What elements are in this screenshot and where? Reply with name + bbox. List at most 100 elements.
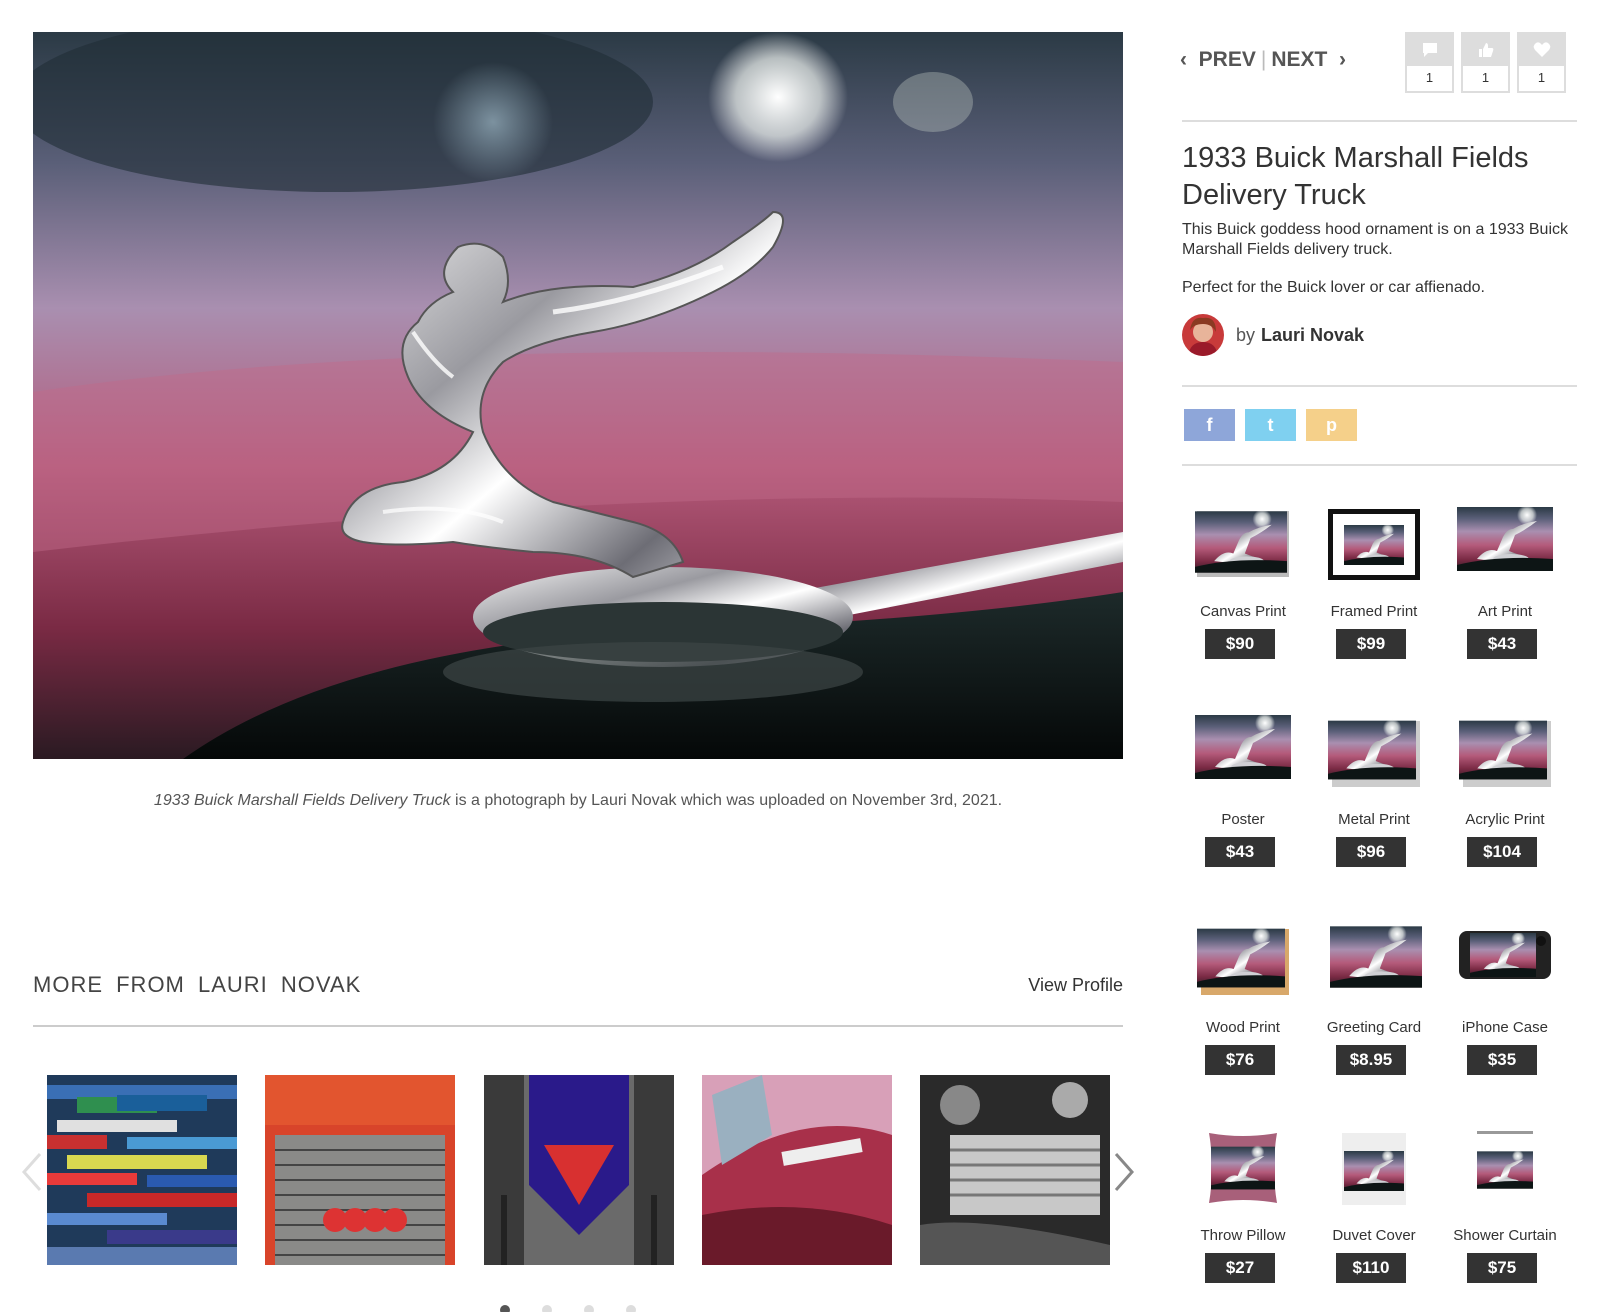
pinterest-icon: p bbox=[1326, 414, 1337, 435]
product-thumbnail[interactable] bbox=[1195, 923, 1291, 998]
product-thumbnail[interactable] bbox=[1326, 715, 1422, 790]
divider bbox=[33, 1025, 1123, 1027]
more-from-header: MORE FROM LAURI NOVAK View Profile bbox=[33, 972, 1123, 1002]
heart-icon bbox=[1533, 42, 1550, 57]
more-thumb-charger[interactable] bbox=[702, 1075, 892, 1265]
product-name: Framed Print bbox=[1330, 603, 1418, 620]
favorite-button[interactable]: 1 bbox=[1517, 32, 1566, 93]
product-price[interactable]: $75 bbox=[1467, 1253, 1537, 1283]
view-profile-link[interactable]: View Profile bbox=[1028, 975, 1123, 996]
product-price[interactable]: $27 bbox=[1205, 1253, 1275, 1283]
product-art-print[interactable]: Art Print $43 bbox=[1440, 507, 1570, 677]
twitter-share-button[interactable]: t bbox=[1245, 409, 1296, 441]
likes-count: 1 bbox=[1481, 70, 1490, 85]
nav-separator: | bbox=[1260, 48, 1267, 71]
product-name: Wood Print bbox=[1206, 1019, 1280, 1036]
product-thumbnail[interactable] bbox=[1457, 715, 1553, 790]
product-thumbnail[interactable] bbox=[1195, 1131, 1291, 1206]
divider bbox=[1182, 385, 1577, 387]
product-thumbnail[interactable] bbox=[1195, 715, 1291, 790]
more-thumb-audi-emblem[interactable] bbox=[484, 1075, 674, 1265]
comments-button[interactable]: 1 bbox=[1405, 32, 1454, 93]
caption-text: is a photograph by Lauri Novak which was… bbox=[450, 792, 1003, 809]
product-price[interactable]: $104 bbox=[1467, 837, 1537, 867]
carousel-dot[interactable] bbox=[500, 1305, 510, 1312]
product-price[interactable]: $90 bbox=[1205, 629, 1275, 659]
product-duvet-cover[interactable]: Duvet Cover $110 bbox=[1309, 1131, 1439, 1301]
product-price[interactable]: $110 bbox=[1336, 1253, 1406, 1283]
product-greeting-card[interactable]: Greeting Card $8.95 bbox=[1309, 923, 1439, 1093]
comments-count: 1 bbox=[1425, 70, 1434, 85]
chevron-right-icon: › bbox=[1339, 48, 1347, 71]
product-thumbnail[interactable] bbox=[1195, 507, 1291, 582]
more-thumb-engine[interactable] bbox=[920, 1075, 1110, 1265]
product-price[interactable]: $76 bbox=[1205, 1045, 1275, 1075]
product-thumbnail[interactable] bbox=[1326, 507, 1422, 582]
product-name: Shower Curtain bbox=[1453, 1227, 1557, 1244]
more-thumb-red-grille[interactable] bbox=[265, 1075, 455, 1265]
facebook-share-button[interactable]: f bbox=[1184, 409, 1235, 441]
pinterest-share-button[interactable]: p bbox=[1306, 409, 1357, 441]
thumbs-up-icon bbox=[1478, 43, 1493, 57]
product-framed-print[interactable]: Framed Print $99 bbox=[1309, 507, 1439, 677]
product-name: Metal Print bbox=[1338, 811, 1410, 828]
prev-label: PREV bbox=[1198, 48, 1256, 71]
product-shower-curtain[interactable]: Shower Curtain $75 bbox=[1440, 1131, 1570, 1301]
next-label: NEXT bbox=[1271, 48, 1328, 71]
product-thumbnail[interactable] bbox=[1326, 1131, 1422, 1206]
product-name: Duvet Cover bbox=[1332, 1227, 1416, 1244]
prev-link[interactable]: ‹ PREV bbox=[1180, 48, 1256, 71]
more-from-title: MORE FROM LAURI NOVAK bbox=[33, 972, 362, 997]
chevron-left-icon[interactable] bbox=[18, 1150, 48, 1194]
product-price[interactable]: $99 bbox=[1336, 629, 1406, 659]
product-iphone-case[interactable]: iPhone Case $35 bbox=[1440, 923, 1570, 1093]
artwork-title: 1933 Buick Marshall Fields Delivery Truc… bbox=[1182, 142, 1529, 211]
product-name: iPhone Case bbox=[1462, 1019, 1548, 1036]
by-label: by bbox=[1236, 324, 1256, 345]
product-metal-print[interactable]: Metal Print $96 bbox=[1309, 715, 1439, 885]
artist-name-link[interactable]: Lauri Novak bbox=[1261, 325, 1364, 346]
carousel-dot[interactable] bbox=[542, 1305, 552, 1312]
more-thumb-badges[interactable] bbox=[47, 1075, 237, 1265]
product-canvas-print[interactable]: Canvas Print $90 bbox=[1178, 507, 1308, 677]
artist-byline: by Lauri Novak bbox=[1182, 313, 1364, 357]
product-price[interactable]: $43 bbox=[1467, 629, 1537, 659]
product-thumbnail[interactable] bbox=[1457, 1131, 1553, 1206]
product-thumbnail[interactable] bbox=[1457, 923, 1553, 998]
product-throw-pillow[interactable]: Throw Pillow $27 bbox=[1178, 1131, 1308, 1301]
carousel-dot[interactable] bbox=[584, 1305, 594, 1312]
product-poster[interactable]: Poster $43 bbox=[1178, 715, 1308, 885]
product-price[interactable]: $43 bbox=[1205, 837, 1275, 867]
next-link[interactable]: NEXT › bbox=[1271, 48, 1346, 71]
product-price[interactable]: $8.95 bbox=[1336, 1045, 1406, 1075]
product-name: Throw Pillow bbox=[1200, 1227, 1286, 1244]
avatar[interactable] bbox=[1182, 314, 1224, 356]
artwork-caption: 1933 Buick Marshall Fields Delivery Truc… bbox=[33, 792, 1123, 810]
chevron-right-icon[interactable] bbox=[1108, 1150, 1138, 1194]
product-thumbnail[interactable] bbox=[1326, 923, 1422, 998]
divider bbox=[1182, 120, 1577, 122]
product-wood-print[interactable]: Wood Print $76 bbox=[1178, 923, 1308, 1093]
comment-icon bbox=[1422, 43, 1437, 57]
artwork-description-2: Perfect for the Buick lover or car affie… bbox=[1182, 279, 1485, 296]
product-name: Acrylic Print bbox=[1465, 811, 1545, 828]
product-name: Canvas Print bbox=[1200, 603, 1286, 620]
product-price[interactable]: $35 bbox=[1467, 1045, 1537, 1075]
product-thumbnail[interactable] bbox=[1457, 507, 1553, 582]
artwork-description: This Buick goddess hood ornament is on a… bbox=[1182, 221, 1569, 258]
prev-next-nav: ‹ PREV | NEXT › bbox=[1180, 48, 1346, 72]
favorites-count: 1 bbox=[1537, 70, 1546, 85]
product-name: Poster bbox=[1221, 811, 1265, 828]
caption-title: 1933 Buick Marshall Fields Delivery Truc… bbox=[153, 792, 451, 809]
twitter-icon: t bbox=[1267, 414, 1274, 435]
like-button[interactable]: 1 bbox=[1461, 32, 1510, 93]
product-acrylic-print[interactable]: Acrylic Print $104 bbox=[1440, 715, 1570, 885]
product-name: Greeting Card bbox=[1326, 1019, 1422, 1036]
divider bbox=[1182, 464, 1577, 466]
product-price[interactable]: $96 bbox=[1336, 837, 1406, 867]
main-artwork-image[interactable] bbox=[33, 32, 1123, 759]
chevron-left-icon: ‹ bbox=[1180, 48, 1187, 71]
product-name: Art Print bbox=[1477, 603, 1533, 620]
carousel-dot[interactable] bbox=[626, 1305, 636, 1312]
facebook-icon: f bbox=[1206, 414, 1213, 435]
